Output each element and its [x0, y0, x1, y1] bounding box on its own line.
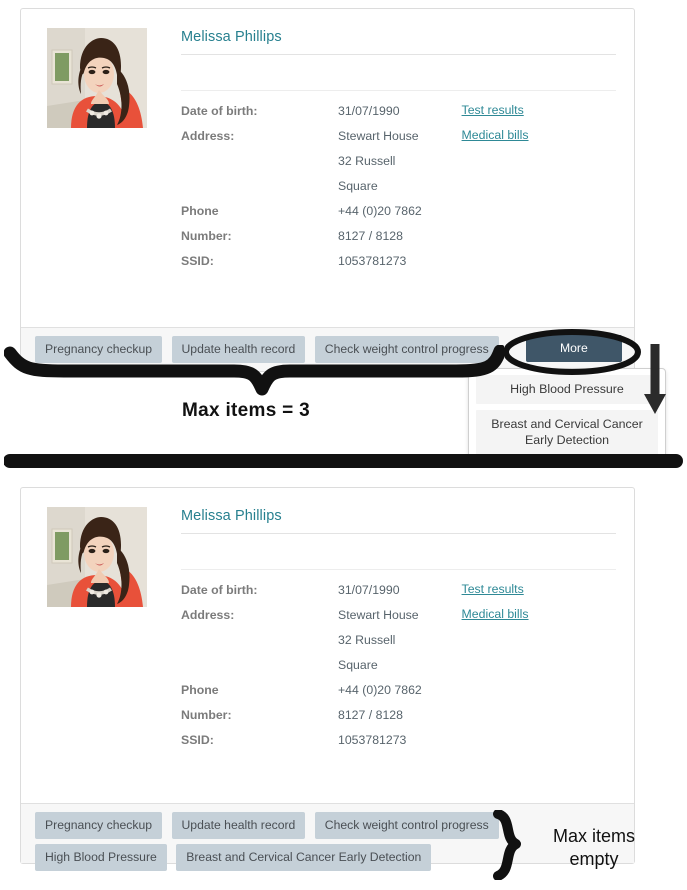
table-row: Square [181, 657, 616, 682]
field-label: SSID: [181, 254, 214, 268]
field-label: Address: [181, 129, 235, 143]
field-label [181, 657, 338, 682]
table-row: Address: Stewart House Medical bills [181, 128, 616, 153]
link-cell [462, 707, 616, 732]
link-cell [462, 253, 616, 278]
link-cell: Test results [462, 582, 616, 607]
table-row: Number: 8127 / 8128 [181, 228, 616, 253]
table-row: Phone +44 (0)20 7862 [181, 682, 616, 707]
action-update-health-record[interactable]: Update health record [171, 812, 306, 839]
table-row: SSID: 1053781273 [181, 732, 616, 757]
link-cell [462, 632, 616, 657]
patient-card-bottom: Melissa Phillips Date of birth: 31/07/19… [20, 487, 635, 871]
field-label: Date of birth: [181, 104, 258, 118]
patient-card-body: Melissa Phillips Date of birth: 31/07/19… [21, 9, 634, 324]
field-label: Phone [181, 683, 219, 697]
action-high-blood-pressure[interactable]: High Blood Pressure [35, 844, 167, 871]
field-label [181, 153, 338, 178]
screenshot-root: Melissa Phillips Date of birth: 31/07/19… [0, 0, 687, 890]
field-value: Square [338, 658, 378, 672]
patient-details-table: Date of birth: 31/07/1990 Test results A… [181, 582, 616, 757]
test-results-link[interactable]: Test results [462, 582, 524, 596]
more-button-wrap: More [526, 335, 622, 362]
table-row: 32 Russell [181, 632, 616, 657]
card-footer-top: Pregnancy checkup Update health record C… [21, 327, 634, 371]
annotation-text-max-items-3: Max items = 3 [182, 400, 310, 421]
action-breast-cervical-cancer[interactable]: Breast and Cervical Cancer Early Detecti… [176, 844, 432, 871]
avatar [47, 507, 147, 607]
info-divider [181, 55, 616, 91]
table-row: 32 Russell [181, 153, 616, 178]
field-label: SSID: [181, 733, 214, 747]
table-row: Date of birth: 31/07/1990 Test results [181, 582, 616, 607]
link-cell [462, 682, 616, 707]
field-label: Number: [181, 229, 232, 243]
field-value: +44 (0)20 7862 [338, 204, 422, 218]
link-cell [462, 178, 616, 203]
dropdown-item-breast-cervical-cancer[interactable]: Breast and Cervical Cancer Early Detecti… [476, 410, 658, 455]
action-check-weight-control-progress[interactable]: Check weight control progress [314, 812, 499, 839]
link-cell [462, 153, 616, 178]
field-value: 32 Russell [338, 154, 396, 168]
field-value: +44 (0)20 7862 [338, 683, 422, 697]
field-value: Square [338, 179, 378, 193]
table-row: Square [181, 178, 616, 203]
annotation-text-max-items-empty: Max items empty [524, 825, 664, 871]
medical-bills-link[interactable]: Medical bills [462, 607, 529, 621]
action-pregnancy-checkup[interactable]: Pregnancy checkup [35, 812, 163, 839]
patient-info: Melissa Phillips Date of birth: 31/07/19… [181, 508, 616, 757]
link-cell: Medical bills [462, 607, 616, 632]
dropdown-item-high-blood-pressure[interactable]: High Blood Pressure [476, 375, 658, 404]
action-update-health-record[interactable]: Update health record [171, 336, 306, 363]
table-row: SSID: 1053781273 [181, 253, 616, 278]
test-results-link[interactable]: Test results [462, 103, 524, 117]
link-cell [462, 657, 616, 682]
field-value: Stewart House [338, 608, 419, 622]
field-label: Address: [181, 608, 235, 622]
info-divider [181, 534, 616, 570]
field-value: 8127 / 8128 [338, 229, 403, 243]
field-value: 1053781273 [338, 733, 407, 747]
annotation-empty-line1: Max items [552, 826, 635, 846]
field-value: 32 Russell [338, 633, 396, 647]
field-label: Date of birth: [181, 583, 258, 597]
table-row: Number: 8127 / 8128 [181, 707, 616, 732]
field-label [181, 632, 338, 657]
table-row: Phone +44 (0)20 7862 [181, 203, 616, 228]
patient-card-body: Melissa Phillips Date of birth: 31/07/19… [21, 488, 634, 803]
action-check-weight-control-progress[interactable]: Check weight control progress [314, 336, 499, 363]
field-value: Stewart House [338, 129, 419, 143]
field-value: 31/07/1990 [338, 583, 400, 597]
field-label: Phone [181, 204, 219, 218]
action-pregnancy-checkup[interactable]: Pregnancy checkup [35, 336, 163, 363]
medical-bills-link[interactable]: Medical bills [462, 128, 529, 142]
more-dropdown-menu[interactable]: High Blood Pressure Breast and Cervical … [468, 368, 666, 463]
link-cell: Test results [462, 103, 616, 128]
field-label [181, 178, 338, 203]
patient-portrait-icon [47, 28, 147, 128]
patient-details-table: Date of birth: 31/07/1990 Test results A… [181, 103, 616, 278]
more-button[interactable]: More [526, 335, 622, 362]
link-cell [462, 732, 616, 757]
patient-name[interactable]: Melissa Phillips [181, 508, 616, 534]
field-label: Number: [181, 708, 232, 722]
link-cell [462, 203, 616, 228]
patient-name[interactable]: Melissa Phillips [181, 29, 616, 55]
table-row: Date of birth: 31/07/1990 Test results [181, 103, 616, 128]
patient-info: Melissa Phillips Date of birth: 31/07/19… [181, 29, 616, 278]
avatar [47, 28, 147, 128]
field-value: 31/07/1990 [338, 104, 400, 118]
field-value: 8127 / 8128 [338, 708, 403, 722]
patient-card-top: Melissa Phillips Date of birth: 31/07/19… [20, 8, 635, 372]
field-value: 1053781273 [338, 254, 407, 268]
patient-portrait-icon [47, 507, 147, 607]
table-row: Address: Stewart House Medical bills [181, 607, 616, 632]
link-cell: Medical bills [462, 128, 616, 153]
link-cell [462, 228, 616, 253]
annotation-empty-line2: empty [569, 849, 619, 869]
